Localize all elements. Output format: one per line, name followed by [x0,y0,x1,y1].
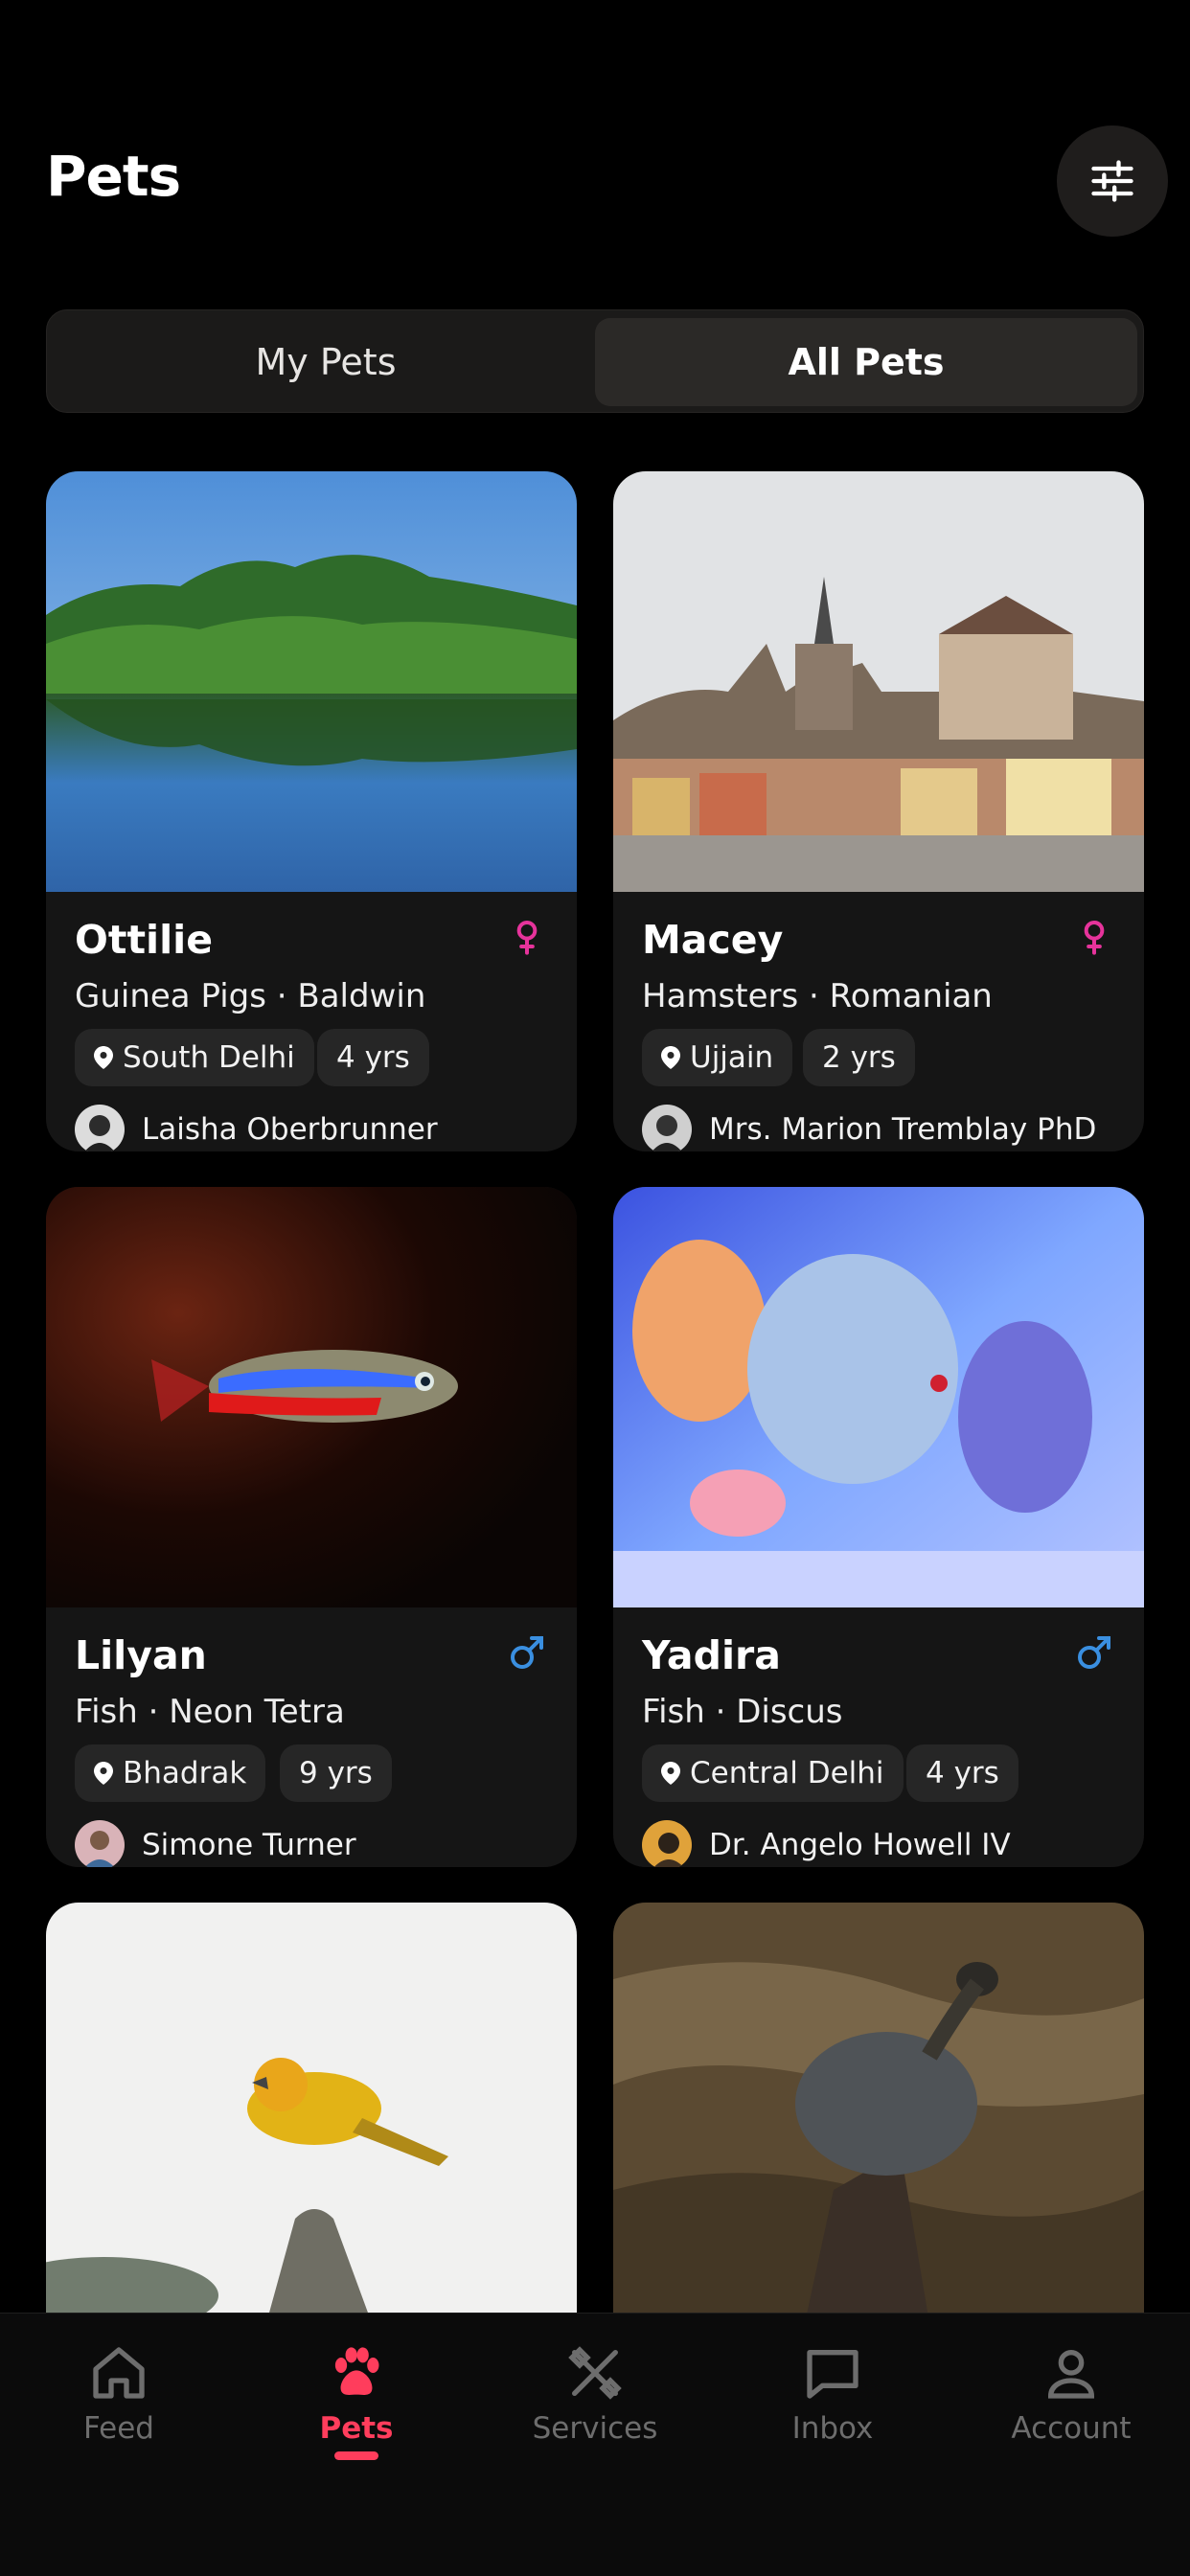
age-chip: 4 yrs [906,1744,1018,1802]
location-pin-icon [94,1762,113,1785]
pet-card[interactable] [613,1903,1144,2313]
pet-card[interactable] [46,1903,577,2313]
male-icon [511,1636,543,1669]
nav-feed-label: Feed [83,2411,154,2446]
age-text: 4 yrs [336,1040,410,1075]
nav-services-label: Services [532,2411,658,2446]
pet-name: Ottilie [75,917,214,963]
pet-breed: Fish · Discus [642,1693,843,1731]
avatar [75,1105,125,1151]
location-text: Ujjain [690,1040,774,1075]
pet-breed: Fish · Neon Tetra [75,1693,345,1731]
owner-name: Simone Turner [142,1828,356,1862]
location-chip: Ujjain [642,1029,793,1086]
location-pin-icon [94,1046,113,1069]
pet-name: Macey [642,917,784,963]
pet-card[interactable]: Lilyan Fish · Neon Tetra Bhadrak 9 yrs S… [46,1187,577,1867]
user-icon [1047,2350,1095,2399]
owner-name: Laisha Oberbrunner [142,1112,438,1147]
nav-account-label: Account [1011,2411,1132,2446]
age-text: 9 yrs [299,1756,373,1790]
pet-breed: Guinea Pigs · Baldwin [75,977,426,1015]
location-chip: South Delhi [75,1029,314,1086]
pet-photo [613,1903,1144,2313]
nav-feed[interactable]: Feed [23,2342,215,2457]
bottom-navigation: Feed Pets Services Inbox Account [0,2313,1190,2576]
female-icon [516,921,538,955]
nav-pets[interactable]: Pets [261,2342,452,2457]
nav-inbox[interactable]: Inbox [737,2342,928,2457]
pet-photo [46,1187,577,1607]
nav-inbox-label: Inbox [791,2411,874,2446]
active-tab-indicator [334,2451,378,2460]
owner-row: Dr. Angelo Howell IV [642,1819,1011,1867]
female-icon [1084,921,1105,955]
owner-name: Mrs. Marion Tremblay PhD [709,1112,1097,1147]
pet-card[interactable]: Yadira Fish · Discus Central Delhi 4 yrs… [613,1187,1144,1867]
pet-photo [46,471,577,892]
message-icon [807,2350,858,2399]
pets-grid: Ottilie Guinea Pigs · Baldwin South Delh… [0,0,1190,2313]
owner-row: Mrs. Marion Tremblay PhD [642,1104,1096,1151]
tools-icon [568,2346,622,2400]
avatar [642,1820,692,1867]
pet-photo [46,1903,577,2313]
pet-card[interactable]: Macey Hamsters · Romanian Ujjain 2 yrs M… [613,471,1144,1151]
pet-card[interactable]: Ottilie Guinea Pigs · Baldwin South Delh… [46,471,577,1151]
avatar [642,1105,692,1151]
owner-row: Laisha Oberbrunner [75,1104,438,1151]
location-text: Central Delhi [690,1756,884,1790]
male-icon [1078,1636,1110,1669]
paw-icon [334,2347,379,2395]
age-text: 2 yrs [822,1040,896,1075]
age-text: 4 yrs [926,1756,999,1790]
location-pin-icon [661,1762,680,1785]
owner-name: Dr. Angelo Howell IV [709,1828,1011,1862]
age-chip: 4 yrs [317,1029,429,1086]
location-text: South Delhi [123,1040,295,1075]
nav-account[interactable]: Account [975,2342,1167,2457]
pet-name: Lilyan [75,1632,207,1678]
location-text: Bhadrak [123,1756,247,1790]
pet-photo [613,471,1144,892]
nav-services[interactable]: Services [499,2342,691,2457]
pet-photo [613,1187,1144,1607]
location-chip: Central Delhi [642,1744,904,1802]
home-icon [93,2347,145,2399]
nav-pets-label: Pets [319,2411,394,2446]
location-chip: Bhadrak [75,1744,266,1802]
age-chip: 9 yrs [280,1744,392,1802]
age-chip: 2 yrs [803,1029,915,1086]
owner-row: Simone Turner [75,1819,356,1867]
avatar [75,1820,125,1867]
location-pin-icon [661,1046,680,1069]
pet-name: Yadira [642,1632,781,1678]
pet-breed: Hamsters · Romanian [642,977,993,1015]
